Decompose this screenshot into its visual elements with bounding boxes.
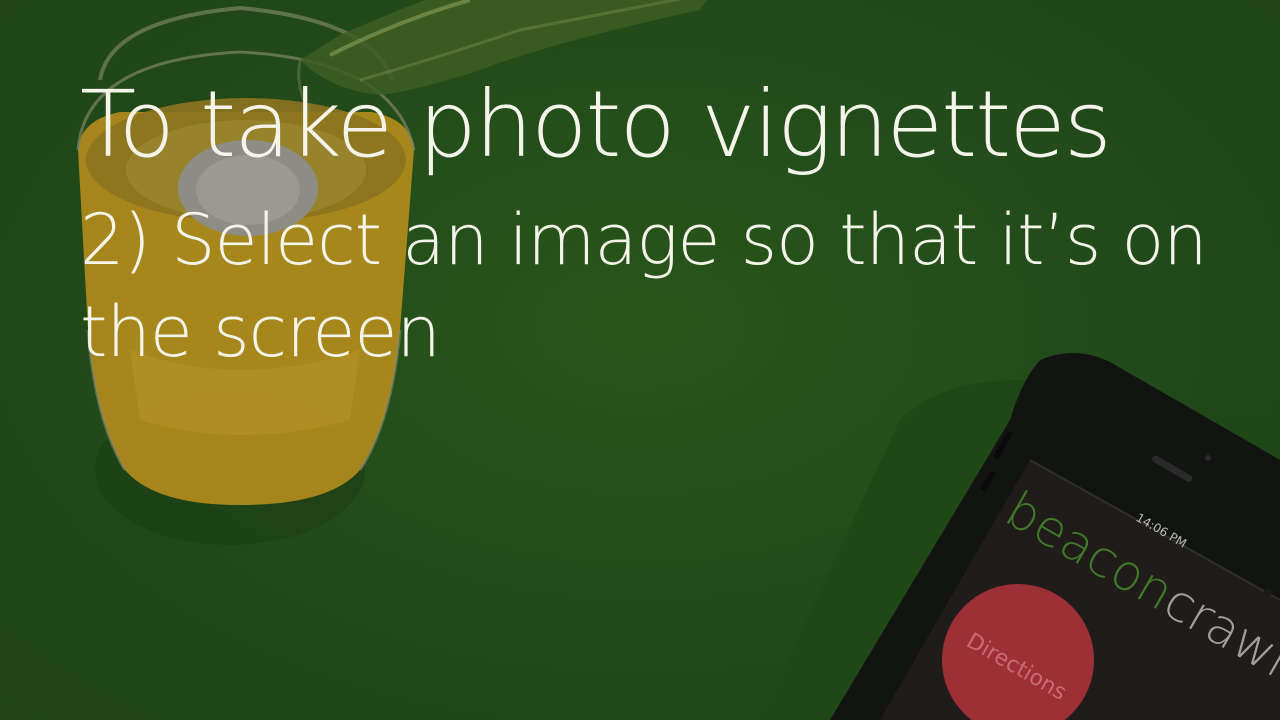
card-title: To take photo vignettes — [80, 71, 1112, 178]
glass-card: 14:06 PM beaconcrawl Directions To take … — [0, 0, 1280, 720]
instruction-step: 2) Select an image so that it’s on the s… — [80, 199, 1208, 373]
card-text: To take photo vignettes 2) Select an ima… — [80, 70, 1230, 378]
